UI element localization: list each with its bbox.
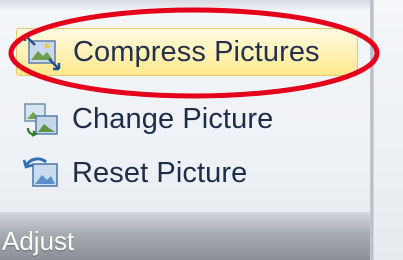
reset-picture-button[interactable]: Reset Picture [22,150,247,196]
change-picture-button[interactable]: Change Picture [22,96,273,142]
compress-pictures-icon [23,33,61,71]
top-border [0,0,370,10]
change-picture-label: Change Picture [72,102,274,135]
reset-picture-icon [22,157,58,187]
compress-pictures-button[interactable]: Compress Pictures [16,28,358,76]
group-label-bar: Adjust [0,212,370,260]
reset-picture-label: Reset Picture [72,156,248,189]
adjacent-group-edge [374,0,403,260]
group-label: Adjust [2,226,75,256]
compress-pictures-label: Compress Pictures [73,35,320,68]
ribbon-adjust-group: Compress Pictures Change Picture Reset P… [0,0,370,260]
change-picture-icon [24,103,58,137]
